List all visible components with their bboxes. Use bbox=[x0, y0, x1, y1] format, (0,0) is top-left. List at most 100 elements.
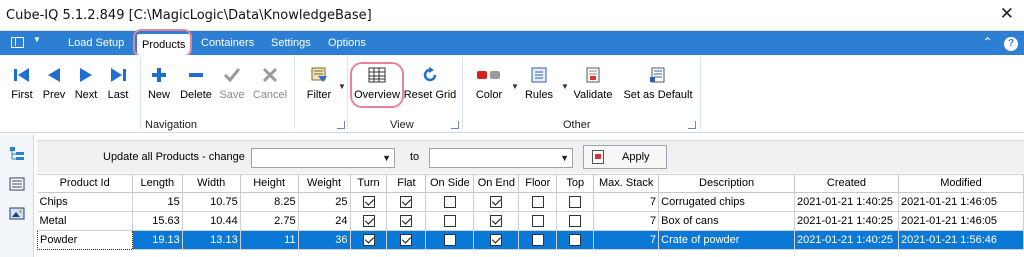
next-button[interactable]: Next bbox=[70, 55, 102, 111]
cancel-button[interactable]: Cancel bbox=[251, 55, 289, 111]
column-header[interactable]: Created bbox=[794, 175, 899, 193]
field-select[interactable]: ▼ bbox=[251, 148, 395, 168]
cell-height[interactable]: 8.25 bbox=[240, 192, 299, 212]
cell-modified[interactable]: 2021-01-21 1:46:05 bbox=[898, 192, 1024, 212]
cell-width[interactable]: 13.13 bbox=[182, 230, 241, 250]
new-button[interactable]: New bbox=[143, 55, 175, 111]
checkbox[interactable] bbox=[531, 214, 544, 227]
checkbox[interactable] bbox=[362, 195, 375, 208]
help-icon[interactable]: ? bbox=[1004, 37, 1018, 51]
navigation-dialog-launcher[interactable] bbox=[337, 121, 345, 129]
column-header[interactable]: Top bbox=[556, 175, 595, 193]
value-select[interactable]: ▼ bbox=[429, 148, 573, 168]
reset-grid-button[interactable]: Reset Grid bbox=[402, 55, 458, 111]
cell-max-stack[interactable]: 7 bbox=[593, 211, 660, 231]
column-header[interactable]: On End bbox=[473, 175, 520, 193]
table-row[interactable]: Metal 15.63 10.44 2.75 24 7 Box of cans 2021-01… bbox=[37, 211, 1024, 231]
cell-on-end[interactable] bbox=[473, 230, 520, 250]
table-row[interactable]: Powder 19.13 13.13 11 36 7 Crate of powder 2021… bbox=[37, 229, 1024, 250]
collapse-ribbon-icon[interactable]: ⌃ bbox=[983, 35, 993, 49]
cell-floor[interactable] bbox=[518, 211, 558, 231]
cell-floor[interactable] bbox=[518, 192, 558, 212]
tab-containers[interactable]: Containers bbox=[201, 35, 254, 53]
cell-top[interactable] bbox=[556, 211, 595, 231]
save-button[interactable]: Save bbox=[216, 55, 248, 111]
column-header[interactable]: Turn bbox=[350, 175, 388, 193]
checkbox[interactable] bbox=[569, 214, 582, 227]
cell-description[interactable]: Crate of powder bbox=[658, 230, 795, 250]
cell-width[interactable]: 10.75 bbox=[182, 192, 241, 212]
cell-weight[interactable]: 25 bbox=[298, 192, 351, 212]
chevron-down-icon[interactable]: ▼ bbox=[561, 82, 569, 91]
view-dialog-launcher[interactable] bbox=[451, 121, 459, 129]
table-row[interactable]: Chips 15 10.75 8.25 25 7 Corrugated chips 2021-… bbox=[37, 192, 1024, 212]
cell-id[interactable]: Metal bbox=[37, 211, 133, 231]
checkbox[interactable] bbox=[443, 195, 456, 208]
cell-description[interactable]: Corrugated chips bbox=[658, 192, 795, 212]
other-dialog-launcher[interactable] bbox=[688, 121, 696, 129]
app-menu-button[interactable]: ▼ bbox=[8, 34, 46, 52]
cell-flat[interactable] bbox=[386, 192, 427, 212]
column-header[interactable]: Floor bbox=[518, 175, 558, 193]
checkbox[interactable] bbox=[362, 233, 375, 246]
cell-flat[interactable] bbox=[386, 211, 427, 231]
column-header[interactable]: Max. Stack bbox=[593, 175, 660, 193]
tree-icon[interactable] bbox=[9, 146, 25, 162]
column-header[interactable]: Flat bbox=[386, 175, 427, 193]
cell-turn[interactable] bbox=[350, 211, 388, 231]
set-as-default-button[interactable]: Set as Default bbox=[620, 55, 696, 111]
first-button[interactable]: First bbox=[6, 55, 38, 111]
cell-weight[interactable]: 24 bbox=[298, 211, 351, 231]
cell-on-end[interactable] bbox=[473, 211, 520, 231]
checkbox[interactable] bbox=[400, 214, 413, 227]
column-header[interactable]: Product Id bbox=[37, 175, 133, 193]
column-header[interactable]: Width bbox=[182, 175, 241, 193]
cell-description[interactable]: Box of cans bbox=[658, 211, 795, 231]
tab-options[interactable]: Options bbox=[328, 35, 366, 53]
chevron-down-icon[interactable]: ▼ bbox=[511, 82, 519, 91]
checkbox[interactable] bbox=[443, 214, 456, 227]
checkbox[interactable] bbox=[531, 195, 544, 208]
last-button[interactable]: Last bbox=[102, 55, 134, 111]
chevron-down-icon[interactable]: ▼ bbox=[338, 82, 346, 91]
cell-length[interactable]: 15 bbox=[132, 192, 183, 212]
validate-button[interactable]: Validate bbox=[570, 55, 616, 111]
cell-height[interactable]: 2.75 bbox=[240, 211, 299, 231]
checkbox[interactable] bbox=[490, 214, 503, 227]
cell-weight[interactable]: 36 bbox=[298, 230, 351, 250]
cell-top[interactable] bbox=[556, 192, 595, 212]
checkbox[interactable] bbox=[400, 233, 413, 246]
checkbox[interactable] bbox=[490, 195, 503, 208]
checkbox[interactable] bbox=[443, 233, 456, 246]
overview-button[interactable]: Overview bbox=[352, 55, 402, 111]
cell-modified[interactable]: 2021-01-21 1:56:46 bbox=[898, 230, 1024, 250]
list-icon[interactable] bbox=[9, 176, 25, 192]
cell-on-end[interactable] bbox=[473, 192, 520, 212]
cell-modified[interactable]: 2021-01-21 1:46:05 bbox=[898, 211, 1024, 231]
column-header[interactable]: Description bbox=[658, 175, 795, 193]
cell-created[interactable]: 2021-01-21 1:40:25 bbox=[794, 211, 899, 231]
cell-height[interactable]: 11 bbox=[240, 230, 299, 250]
column-header[interactable]: Weight bbox=[298, 175, 351, 193]
cell-turn[interactable] bbox=[350, 192, 388, 212]
cell-width[interactable]: 10.44 bbox=[182, 211, 241, 231]
checkbox[interactable] bbox=[400, 195, 413, 208]
cell-id[interactable]: Chips bbox=[37, 192, 133, 212]
column-header[interactable]: Length bbox=[132, 175, 183, 193]
cell-turn[interactable] bbox=[350, 230, 388, 250]
apply-button[interactable]: Apply bbox=[583, 145, 667, 169]
tab-load-setup[interactable]: Load Setup bbox=[68, 35, 124, 53]
tab-products[interactable]: Products bbox=[137, 34, 191, 55]
checkbox[interactable] bbox=[490, 233, 503, 246]
checkbox[interactable] bbox=[531, 233, 544, 246]
filter-button[interactable]: Filter bbox=[300, 55, 338, 111]
checkbox[interactable] bbox=[569, 233, 582, 246]
cell-max-stack[interactable]: 7 bbox=[593, 192, 660, 212]
cell-length[interactable]: 19.13 bbox=[132, 230, 183, 250]
color-button[interactable]: Color bbox=[470, 55, 508, 111]
cell-created[interactable]: 2021-01-21 1:40:25 bbox=[794, 230, 899, 250]
cell-length[interactable]: 15.63 bbox=[132, 211, 183, 231]
column-header[interactable]: On Side bbox=[425, 175, 475, 193]
cell-on-side[interactable] bbox=[425, 230, 475, 250]
tab-settings[interactable]: Settings bbox=[271, 35, 311, 53]
